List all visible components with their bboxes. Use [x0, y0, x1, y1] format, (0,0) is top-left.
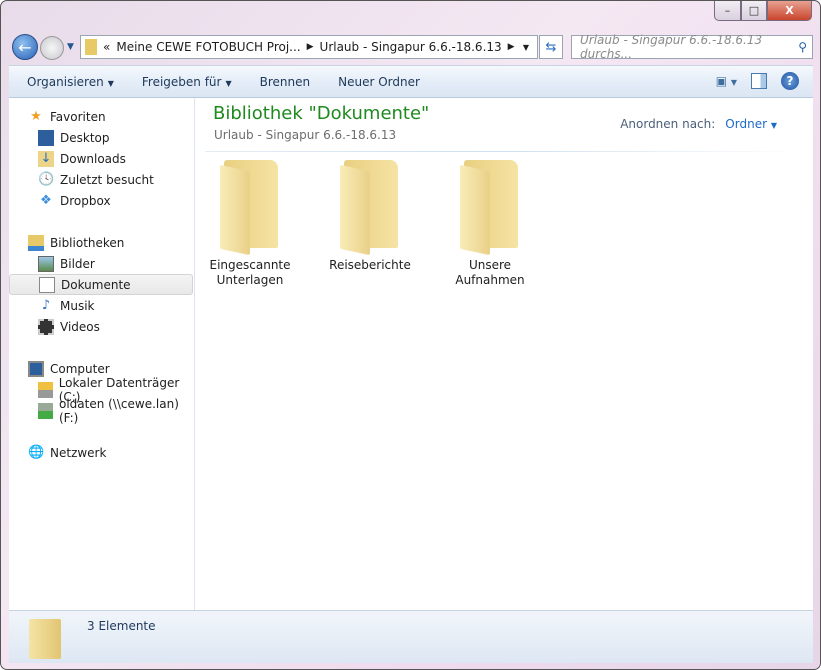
explorer-window: – □ X ← ▼ « Meine CEWE FOTOBUCH Proj... … — [0, 0, 821, 670]
nav-downloads[interactable]: ↓ Downloads — [9, 148, 193, 169]
computer-icon — [28, 360, 44, 377]
nav-documents[interactable]: Dokumente — [9, 274, 193, 295]
nav-desktop[interactable]: Desktop — [9, 127, 193, 148]
star-icon: ★ — [30, 108, 42, 124]
back-button[interactable]: ← — [12, 34, 38, 60]
arrow-left-icon: ← — [18, 37, 32, 57]
nav-music[interactable]: ♪ Musik — [9, 295, 193, 316]
nav-videos[interactable]: Videos — [9, 316, 193, 337]
nav-network-drive-f[interactable]: oldaten (\\cewe.lan) (F:) — [9, 397, 193, 425]
history-dropdown[interactable]: ▼ — [67, 42, 74, 52]
breadcrumb-segment[interactable]: Urlaub - Singapur 6.6.-18.6.13 — [320, 40, 502, 54]
libraries-icon — [28, 234, 44, 251]
minimize-button[interactable]: – — [714, 1, 741, 21]
nav-dropbox[interactable]: ❖ Dropbox — [9, 190, 193, 211]
burn-button[interactable]: Brennen — [260, 75, 310, 89]
share-button[interactable]: Freigeben für ▼ — [142, 75, 232, 89]
address-bar[interactable]: « Meine CEWE FOTOBUCH Proj... ▶ Urlaub -… — [80, 35, 538, 59]
search-input[interactable]: Urlaub - Singapur 6.6.-18.6.13 durchs...… — [571, 33, 813, 61]
folder-icon — [340, 160, 400, 256]
music-icon: ♪ — [41, 297, 51, 313]
divider — [205, 151, 803, 152]
library-subtitle: Urlaub - Singapur 6.6.-18.6.13 — [214, 128, 397, 142]
nav-network[interactable]: 🌐 Netzwerk — [9, 442, 193, 463]
desktop-icon — [38, 129, 54, 146]
folder-icon — [460, 160, 520, 256]
close-button[interactable]: X — [767, 1, 812, 21]
command-bar: Organisieren ▼ Freigeben für ▼ Brennen Neu… — [9, 65, 813, 98]
preview-pane-icon[interactable] — [751, 73, 767, 89]
refresh-icon: ⇆ — [545, 39, 557, 55]
address-dropdown-icon[interactable]: ▼ — [523, 43, 529, 52]
chevron-right-icon[interactable]: ▶ — [508, 42, 515, 52]
maximize-button[interactable]: □ — [741, 1, 767, 21]
dropbox-icon: ❖ — [40, 192, 52, 208]
forward-button[interactable] — [40, 36, 64, 60]
navigation-pane: ★ Favoriten Desktop ↓ Downloads 🕓 Zuletzt b… — [9, 98, 195, 610]
chevron-down-icon: ▼ — [107, 78, 114, 88]
pictures-icon — [38, 255, 54, 272]
document-icon — [39, 276, 55, 293]
address-overflow[interactable]: « — [103, 40, 110, 54]
item-count: 3 Elemente — [87, 619, 156, 633]
library-title: Bibliothek "Dokumente" — [213, 103, 430, 124]
chevron-right-icon[interactable]: ▶ — [307, 42, 314, 52]
folder-icon — [85, 39, 97, 55]
nav-recent[interactable]: 🕓 Zuletzt besucht — [9, 169, 193, 190]
downloads-icon: ↓ — [38, 150, 54, 167]
videos-icon — [38, 318, 54, 335]
details-pane: 3 Elemente — [9, 610, 813, 663]
folder-item[interactable]: Unsere Aufnahmen — [435, 160, 545, 288]
breadcrumb-segment[interactable]: Meine CEWE FOTOBUCH Proj... — [116, 40, 300, 54]
recent-places-icon: 🕓 — [38, 171, 55, 187]
chevron-down-icon: ▼ — [225, 78, 232, 88]
arrange-by: Anordnen nach: Ordner ▼ — [620, 117, 777, 131]
window-controls: – □ X — [714, 1, 812, 21]
folder-item[interactable]: Eingescannte Unterlagen — [195, 160, 305, 288]
folder-item[interactable]: Reiseberichte — [315, 160, 425, 273]
arrange-by-label: Anordnen nach: — [620, 117, 716, 131]
nav-favorites[interactable]: ★ Favoriten — [9, 106, 193, 127]
refresh-button[interactable]: ⇆ — [539, 35, 563, 59]
arrange-by-dropdown[interactable]: Ordner ▼ — [725, 117, 777, 131]
new-folder-button[interactable]: Neuer Ordner — [338, 75, 420, 89]
network-globe-icon: 🌐 — [28, 444, 45, 460]
search-icon[interactable]: ⚲ — [798, 40, 807, 54]
folder-icon — [29, 619, 61, 659]
view-options-icon[interactable]: ▣ ▼ — [716, 74, 737, 88]
nav-pictures[interactable]: Bilder — [9, 253, 193, 274]
organize-button[interactable]: Organisieren ▼ — [27, 75, 114, 89]
drive-icon — [38, 381, 53, 398]
folder-icon — [220, 160, 280, 256]
nav-libraries[interactable]: Bibliotheken — [9, 232, 193, 253]
file-list: Bibliothek "Dokumente" Urlaub - Singapur… — [195, 98, 813, 610]
network-drive-icon — [38, 402, 53, 419]
help-icon[interactable]: ? — [781, 72, 799, 90]
search-placeholder: Urlaub - Singapur 6.6.-18.6.13 durchs... — [580, 33, 763, 61]
